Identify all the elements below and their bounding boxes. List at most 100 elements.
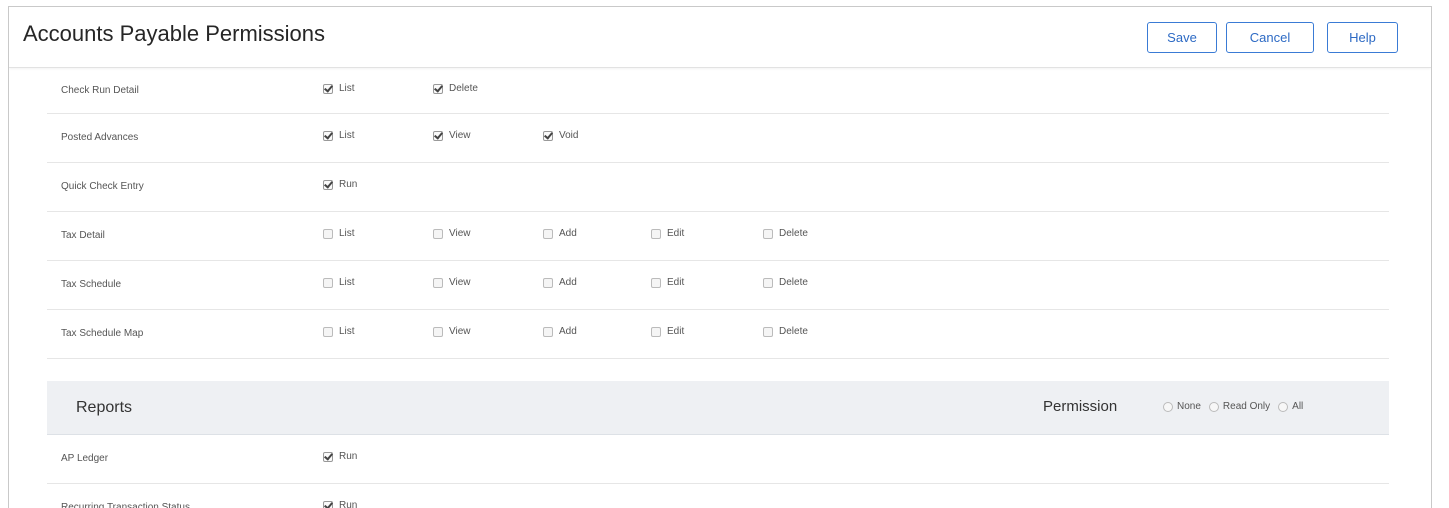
- permission-row: Tax Detail List View Add Edit Delete: [47, 212, 1389, 261]
- permission-checkbox-view[interactable]: View: [433, 228, 471, 239]
- checkbox-label: Run: [339, 451, 358, 462]
- permission-row: Tax Schedule Map List View Add Edit Delete: [47, 310, 1389, 359]
- checkbox-label: Edit: [667, 326, 685, 337]
- checkbox-label: List: [339, 228, 355, 239]
- permission-row: Check Run Detail List Delete: [47, 67, 1389, 114]
- row-label: Tax Schedule Map: [61, 328, 144, 339]
- checkbox-label: Delete: [779, 228, 808, 239]
- unchecked-checkbox-icon[interactable]: [433, 326, 443, 337]
- checked-checkbox-icon[interactable]: [433, 83, 443, 94]
- checkbox-label: View: [449, 228, 471, 239]
- radio-option-none[interactable]: None: [1163, 401, 1201, 412]
- permission-checkbox-add[interactable]: Add: [543, 326, 577, 337]
- unchecked-checkbox-icon[interactable]: [543, 326, 553, 337]
- permission-checkbox-edit[interactable]: Edit: [651, 277, 684, 288]
- permission-checkbox-view[interactable]: View: [433, 326, 471, 337]
- checkbox-label: View: [449, 277, 471, 288]
- checkbox-label: List: [339, 277, 355, 288]
- radio-icon[interactable]: [1163, 401, 1173, 412]
- permission-checkbox-delete[interactable]: Delete: [763, 228, 808, 239]
- cancel-button[interactable]: Cancel: [1226, 22, 1314, 53]
- checkbox-label: Delete: [779, 326, 808, 337]
- row-label: AP Ledger: [61, 453, 109, 464]
- permission-checkbox-delete[interactable]: Delete: [763, 277, 808, 288]
- unchecked-checkbox-icon[interactable]: [763, 228, 773, 239]
- radio-icon[interactable]: [1208, 401, 1219, 412]
- radio-option-all[interactable]: All: [1278, 401, 1303, 412]
- checkbox-label: Add: [559, 228, 577, 239]
- checkbox-label: Add: [559, 326, 577, 337]
- permission-checkbox-list[interactable]: List: [323, 277, 355, 288]
- checked-checkbox-icon[interactable]: [323, 451, 333, 462]
- row-label: Quick Check Entry: [61, 181, 144, 192]
- permission-row: Recurring Transaction Status Run: [47, 484, 1389, 508]
- reports-section-header: Reports Permission None Read Only All: [47, 381, 1389, 435]
- permission-checkbox-run[interactable]: Run: [323, 451, 357, 462]
- permission-row: Quick Check Entry Run: [47, 163, 1389, 212]
- checked-checkbox-icon[interactable]: [323, 500, 333, 508]
- permission-checkbox-list[interactable]: List: [323, 130, 355, 141]
- permission-checkbox-void[interactable]: Void: [543, 130, 578, 141]
- help-button[interactable]: Help: [1327, 22, 1398, 53]
- checkbox-label: Edit: [667, 277, 685, 288]
- unchecked-checkbox-icon[interactable]: [323, 326, 333, 337]
- row-label: Posted Advances: [61, 132, 139, 143]
- checkbox-label: List: [339, 130, 355, 141]
- unchecked-checkbox-icon[interactable]: [433, 228, 443, 239]
- permission-checkbox-edit[interactable]: Edit: [651, 326, 684, 337]
- unchecked-checkbox-icon[interactable]: [323, 277, 333, 288]
- permission-row: Posted Advances List View Void: [47, 114, 1389, 163]
- permission-checkbox-list[interactable]: List: [323, 326, 355, 337]
- section-title: Reports: [76, 399, 133, 416]
- radio-label: Read Only: [1222, 401, 1271, 412]
- unchecked-checkbox-icon[interactable]: [651, 326, 661, 337]
- permission-checkbox-edit[interactable]: Edit: [651, 228, 684, 239]
- permission-checkbox-list[interactable]: List: [323, 228, 355, 239]
- permission-checkbox-run[interactable]: Run: [323, 500, 357, 508]
- radio-icon[interactable]: [1278, 401, 1289, 412]
- permission-checkbox-delete[interactable]: Delete: [433, 83, 478, 94]
- checked-checkbox-icon[interactable]: [433, 130, 443, 141]
- checkbox-label: View: [449, 130, 471, 141]
- unchecked-checkbox-icon[interactable]: [651, 277, 661, 288]
- permission-label: Permission: [1043, 398, 1118, 415]
- permission-checkbox-view[interactable]: View: [433, 130, 471, 141]
- permission-checkbox-list[interactable]: List: [323, 83, 355, 94]
- permission-checkbox-add[interactable]: Add: [543, 277, 577, 288]
- radio-label: None: [1177, 401, 1201, 412]
- checked-checkbox-icon[interactable]: [543, 130, 553, 141]
- row-label: Check Run Detail: [61, 85, 139, 96]
- checked-checkbox-icon[interactable]: [323, 179, 333, 190]
- header-bar: Accounts Payable Permissions Save Cancel…: [9, 7, 1431, 68]
- row-label: Recurring Transaction Status: [61, 502, 190, 508]
- checkbox-label: Run: [339, 500, 358, 508]
- checked-checkbox-icon[interactable]: [323, 83, 333, 94]
- unchecked-checkbox-icon[interactable]: [763, 326, 773, 337]
- unchecked-checkbox-icon[interactable]: [433, 277, 443, 288]
- permission-checkbox-view[interactable]: View: [433, 277, 471, 288]
- unchecked-checkbox-icon[interactable]: [763, 277, 773, 288]
- row-label: Tax Schedule: [61, 279, 122, 290]
- checkbox-label: Void: [559, 130, 579, 141]
- checkbox-label: View: [449, 326, 471, 337]
- unchecked-checkbox-icon[interactable]: [543, 228, 553, 239]
- permission-checkbox-delete[interactable]: Delete: [763, 326, 808, 337]
- unchecked-checkbox-icon[interactable]: [323, 228, 333, 239]
- checked-checkbox-icon[interactable]: [323, 130, 333, 141]
- permission-radio-group: None Read Only All: [1163, 401, 1311, 412]
- permission-checkbox-run[interactable]: Run: [323, 179, 357, 190]
- save-button[interactable]: Save: [1147, 22, 1217, 53]
- permission-checkbox-add[interactable]: Add: [543, 228, 577, 239]
- page-title: Accounts Payable Permissions: [23, 21, 326, 46]
- checkbox-label: Delete: [449, 83, 478, 94]
- unchecked-checkbox-icon[interactable]: [543, 277, 553, 288]
- radio-label: All: [1292, 401, 1304, 412]
- checkbox-label: Edit: [667, 228, 685, 239]
- checkbox-label: Add: [559, 277, 577, 288]
- report-rows: AP Ledger Run Recurring Transaction Status…: [47, 435, 1389, 508]
- permission-row: Tax Schedule List View Add Edit Delete: [47, 261, 1389, 310]
- checkbox-label: Delete: [779, 277, 808, 288]
- permission-row: AP Ledger Run: [47, 435, 1389, 484]
- radio-option-read-only[interactable]: Read Only: [1208, 401, 1271, 412]
- unchecked-checkbox-icon[interactable]: [651, 228, 661, 239]
